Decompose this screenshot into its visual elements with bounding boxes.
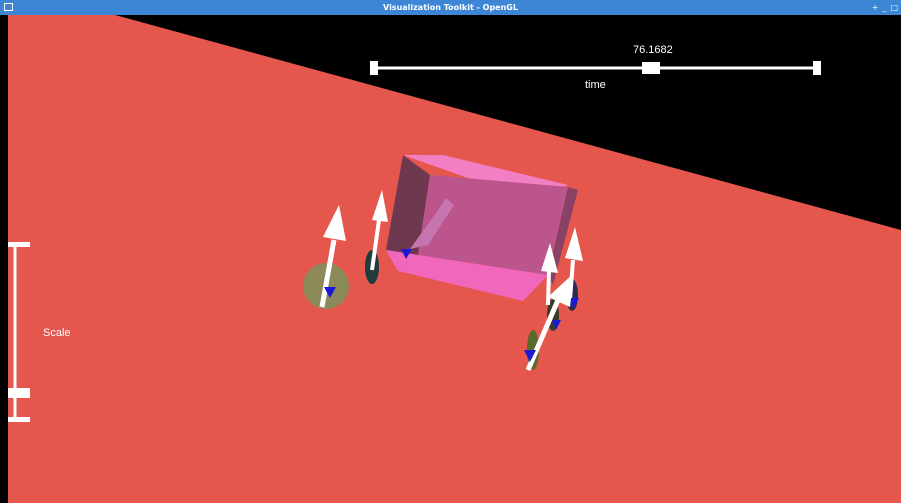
scale-slider-bottom-cap xyxy=(8,417,30,422)
time-slider-right-cap xyxy=(813,61,821,75)
time-slider-label: time xyxy=(585,79,606,91)
minimize-button[interactable]: _ xyxy=(882,1,886,14)
time-slider-handle xyxy=(642,62,660,74)
vtk-window: Visualization Toolkit - OpenGL + _ □ 76.… xyxy=(0,0,901,503)
window-title: Visualization Toolkit - OpenGL xyxy=(383,3,518,12)
scale-slider-handle xyxy=(8,388,30,398)
time-slider-left-cap xyxy=(370,61,378,75)
scale-slider-label: Scale xyxy=(43,327,71,339)
maximize-button[interactable]: + xyxy=(872,1,879,14)
render-viewport[interactable]: 76.1682 time Scale xyxy=(8,15,901,503)
time-value-label: 76.1682 xyxy=(633,44,673,56)
close-button[interactable]: □ xyxy=(890,1,898,14)
scale-slider-top-cap xyxy=(8,242,30,247)
time-slider[interactable] xyxy=(370,61,821,75)
title-bar[interactable]: Visualization Toolkit - OpenGL + _ □ xyxy=(0,0,901,15)
scene xyxy=(8,15,901,503)
